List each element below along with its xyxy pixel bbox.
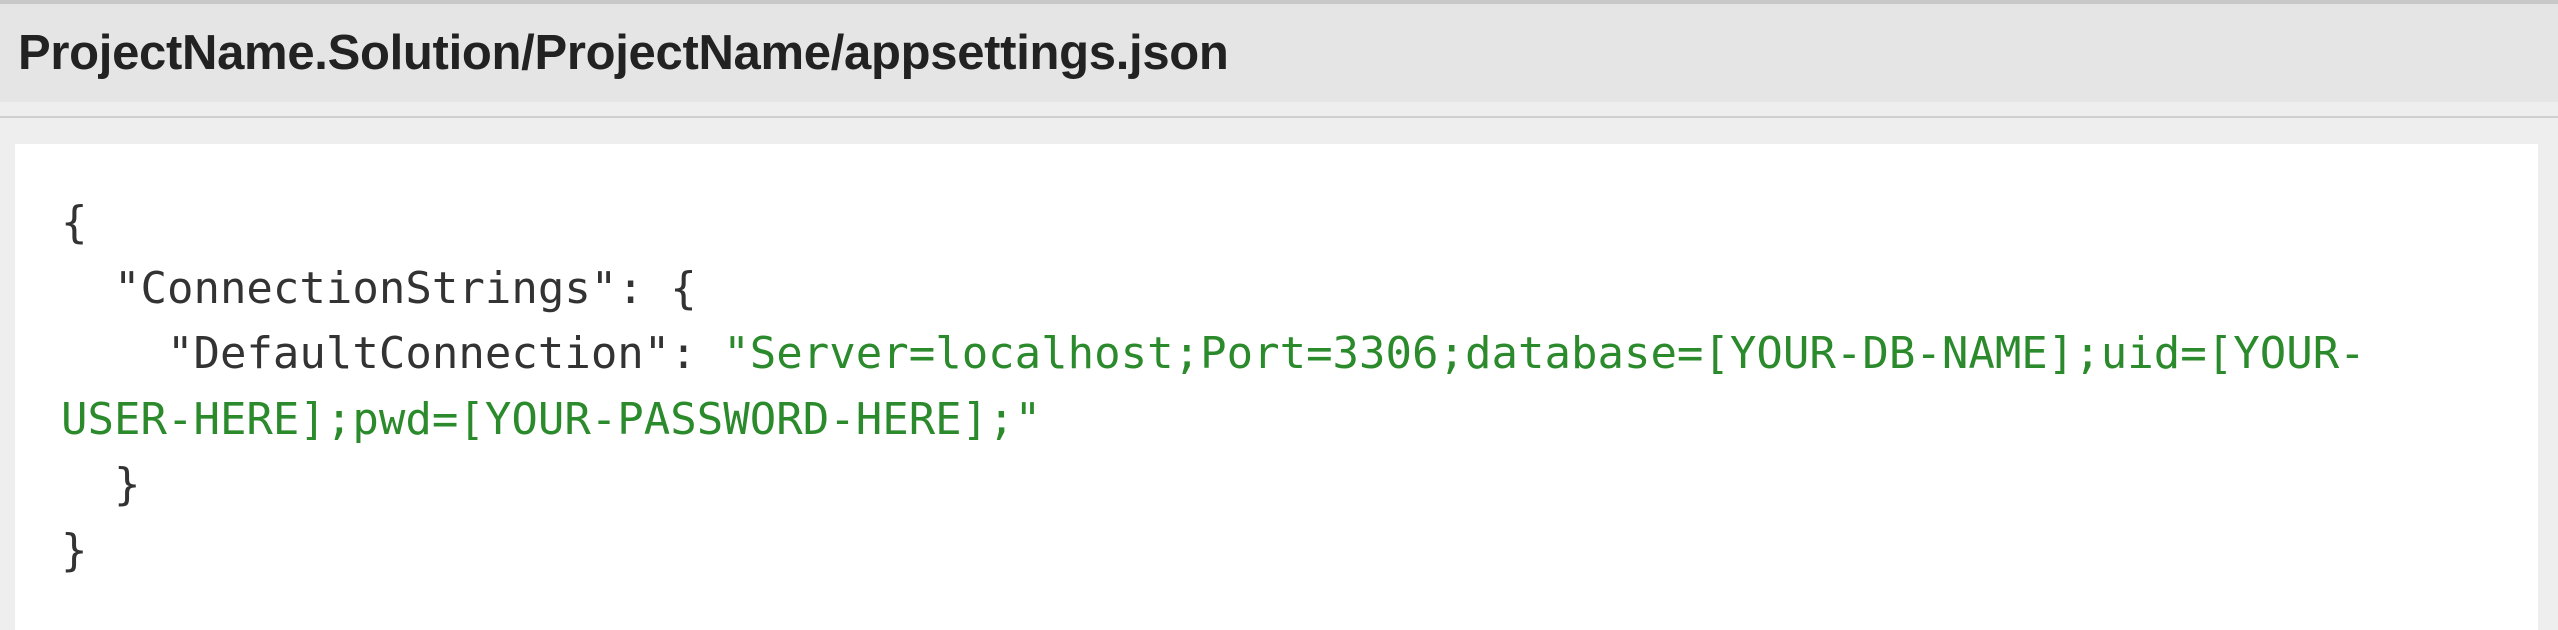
code-line-4: USER-HERE];pwd=[YOUR-PASSWORD-HERE];" — [61, 387, 2366, 453]
code-panel: { "ConnectionStrings": { "DefaultConnect… — [15, 144, 2538, 630]
json-string-value-part1: "Server=localhost;Port=3306;database=[YO… — [723, 328, 2366, 379]
code-line-6: } — [61, 518, 2366, 584]
code-line-2: "ConnectionStrings": { — [61, 256, 2366, 322]
code-line-1: { — [61, 190, 2366, 256]
code-line-3: "DefaultConnection": "Server=localhost;P… — [61, 321, 2366, 387]
header-divider — [0, 116, 2558, 118]
colon-open-brace: : { — [617, 262, 697, 314]
json-key-default-connection: "DefaultConnection" — [166, 328, 671, 379]
json-string-value-part2: USER-HERE];pwd=[YOUR-PASSWORD-HERE];" — [61, 393, 1042, 445]
colon-separator: : — [670, 328, 724, 379]
code-line-5: } — [61, 452, 2366, 518]
outer-close-brace: } — [61, 524, 88, 576]
inner-close-brace: } — [113, 459, 141, 510]
open-brace: { — [61, 197, 88, 248]
code-block[interactable]: { "ConnectionStrings": { "DefaultConnect… — [61, 190, 2366, 583]
file-path-title: ProjectName.Solution/ProjectName/appsett… — [18, 25, 1229, 80]
file-header: ProjectName.Solution/ProjectName/appsett… — [0, 4, 2558, 102]
json-key-connection-strings: "ConnectionStrings" — [113, 262, 618, 314]
